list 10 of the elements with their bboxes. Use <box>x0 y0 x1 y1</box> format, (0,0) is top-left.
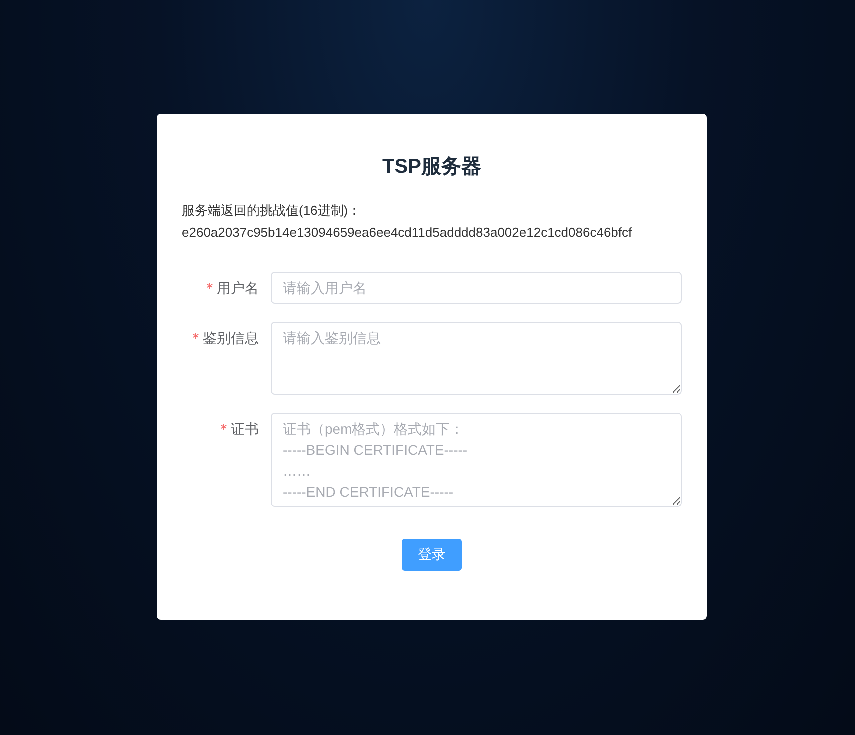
challenge-value: e260a2037c95b14e13094659ea6ee4cd11d5adddd83a002e12c1cd086c46bfcf <box>182 224 634 242</box>
text-area[interactable]: 证书（pem格式）格式如下： -----BEGIN CERTIFICATE----- …… -----END CERTIFICATE----- <box>271 413 682 507</box>
login-button[interactable]: 登录 <box>402 539 462 571</box>
form-title: TSP服务器 <box>382 155 482 180</box>
text-area[interactable]: 请输入鉴别信息 <box>271 322 682 395</box>
field-label: 证书 <box>231 421 259 437</box>
challenge-label: 服务端返回的挑战值(16进制)： <box>182 202 362 220</box>
field-label: 鉴别信息 <box>203 330 259 346</box>
input-field[interactable]: 请输入用户名 <box>271 272 682 304</box>
field-label: 用户名 <box>217 280 259 296</box>
